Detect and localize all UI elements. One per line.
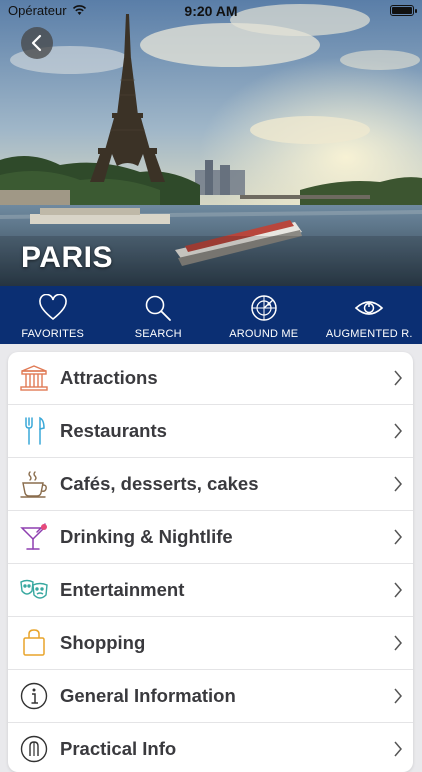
battery-icon — [390, 5, 414, 16]
chevron-right-icon — [393, 423, 403, 439]
shopping-bag-icon — [19, 628, 49, 658]
monument-icon — [19, 363, 49, 393]
fork-knife-icon — [19, 416, 49, 446]
chevron-right-icon — [393, 476, 403, 492]
radar-icon — [249, 294, 279, 322]
menu-item-attractions[interactable]: Attractions — [8, 352, 413, 405]
tab-around-me[interactable]: AROUND ME — [211, 286, 317, 344]
menu-item-label: Restaurants — [60, 420, 383, 442]
chevron-right-icon — [393, 582, 403, 598]
practical-icon — [19, 734, 49, 764]
coffee-cup-icon — [19, 469, 49, 499]
theater-masks-icon — [19, 575, 49, 605]
chevron-left-icon — [30, 34, 44, 52]
heart-icon — [38, 294, 68, 322]
menu-item-entertainment[interactable]: Entertainment — [8, 564, 413, 617]
tab-augmented-reality-label: AUGMENTED R. — [326, 328, 413, 340]
menu-item-shopping[interactable]: Shopping — [8, 617, 413, 670]
eye-icon — [354, 294, 384, 322]
back-button[interactable] — [21, 27, 53, 59]
menu-item-label: Entertainment — [60, 579, 383, 601]
status-bar: Opérateur 9:20 AM — [0, 0, 422, 22]
chevron-right-icon — [393, 741, 403, 757]
menu-item-label: Practical Info — [60, 738, 383, 760]
clock: 9:20 AM — [0, 3, 422, 19]
menu-item-cafes[interactable]: Cafés, desserts, cakes — [8, 458, 413, 511]
cocktail-icon — [19, 522, 49, 552]
tab-favorites[interactable]: FAVORITES — [0, 286, 106, 344]
city-title: PARIS — [21, 241, 113, 275]
tab-search-label: SEARCH — [135, 328, 182, 340]
info-icon — [19, 681, 49, 711]
tab-favorites-label: FAVORITES — [21, 328, 84, 340]
category-list: Attractions Restaurants — [8, 352, 413, 772]
menu-item-label: Attractions — [60, 367, 383, 389]
tab-around-me-label: AROUND ME — [229, 328, 298, 340]
chevron-right-icon — [393, 688, 403, 704]
tab-search[interactable]: SEARCH — [106, 286, 212, 344]
chevron-right-icon — [393, 635, 403, 651]
chevron-right-icon — [393, 370, 403, 386]
menu-item-restaurants[interactable]: Restaurants — [8, 405, 413, 458]
chevron-right-icon — [393, 529, 403, 545]
menu-item-label: General Information — [60, 685, 383, 707]
menu-item-drinking-nightlife[interactable]: Drinking & Nightlife — [8, 511, 413, 564]
menu-item-label: Shopping — [60, 632, 383, 654]
tab-augmented-reality[interactable]: AUGMENTED R. — [317, 286, 422, 344]
menu-item-general-information[interactable]: General Information — [8, 670, 413, 723]
search-icon — [143, 294, 173, 322]
menu-item-label: Drinking & Nightlife — [60, 526, 383, 548]
menu-item-practical-info[interactable]: Practical Info — [8, 723, 413, 772]
tab-bar: FAVORITES SEARCH AROUND ME AUGMENTED R. — [0, 286, 422, 344]
menu-item-label: Cafés, desserts, cakes — [60, 473, 383, 495]
